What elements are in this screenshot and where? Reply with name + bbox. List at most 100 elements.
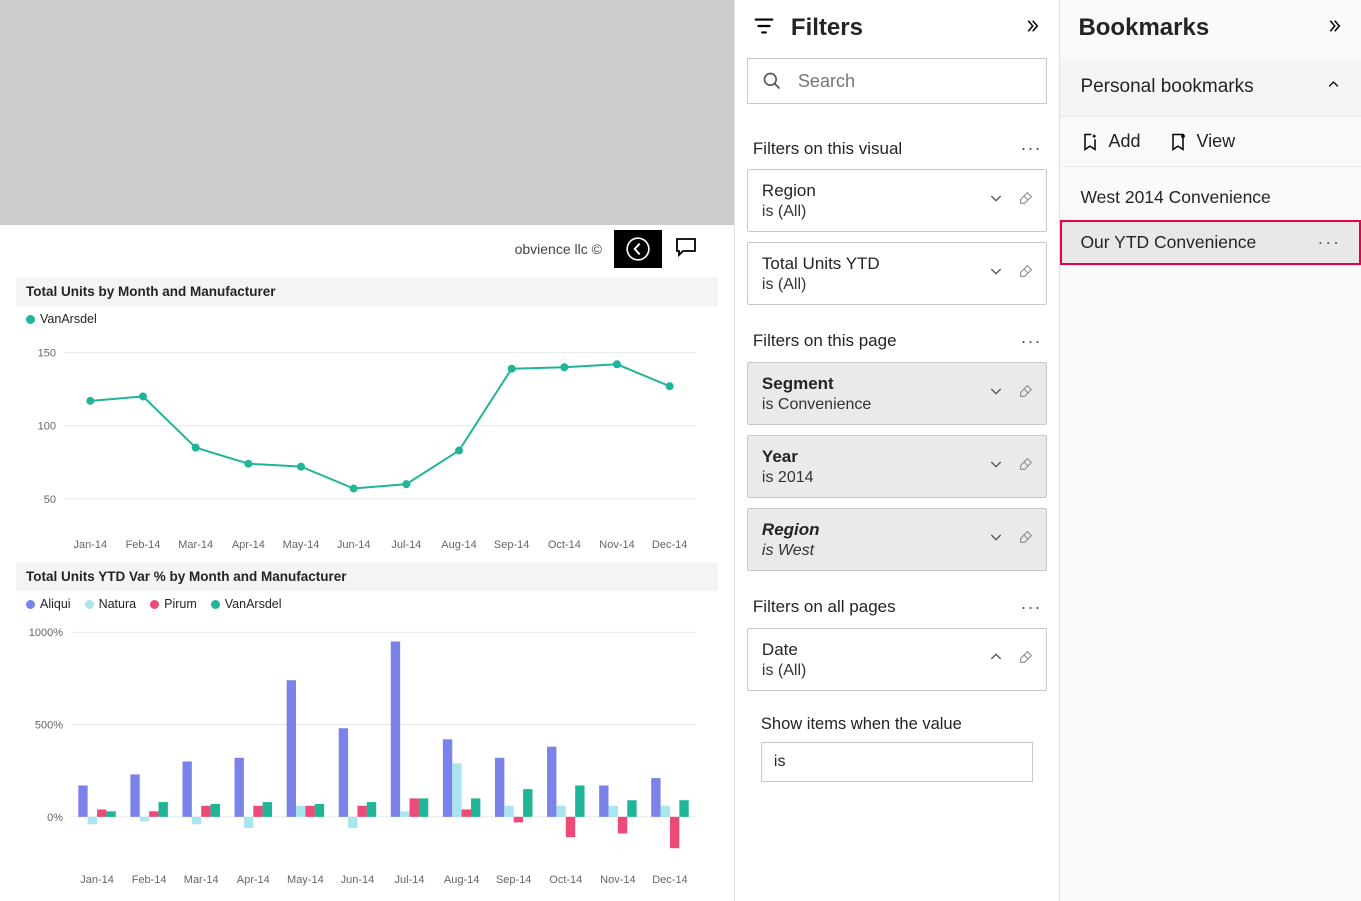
- filter-card-all-0[interactable]: Date is (All): [747, 628, 1048, 691]
- clear-filter-icon[interactable]: [1018, 263, 1034, 284]
- legend-item[interactable]: Aliqui: [26, 597, 71, 611]
- collapse-bookmarks-button[interactable]: [1325, 17, 1343, 40]
- bookmark-actions: Add View: [1060, 117, 1361, 167]
- bookmarks-pane: Bookmarks Personal bookmarks Add View We…: [1059, 0, 1361, 901]
- svg-text:May-14: May-14: [287, 874, 324, 886]
- legend-item[interactable]: Natura: [85, 597, 137, 611]
- legend-swatch: [211, 600, 220, 609]
- bookmarks-header: Bookmarks: [1060, 0, 1361, 58]
- legend-label: VanArsdel: [40, 312, 97, 326]
- search-input[interactable]: [796, 70, 1033, 93]
- section-more-button[interactable]: ···: [1020, 331, 1041, 352]
- chevron-down-icon[interactable]: [988, 263, 1004, 284]
- add-bookmark-button[interactable]: Add: [1080, 131, 1140, 152]
- comment-icon: [674, 235, 698, 259]
- legend-swatch: [85, 600, 94, 609]
- filter-card-page-1[interactable]: Year is 2014: [747, 435, 1048, 498]
- filter-name: Region: [762, 180, 989, 203]
- legend-item[interactable]: Pirum: [150, 597, 197, 611]
- chart-title: Total Units YTD Var % by Month and Manuf…: [16, 562, 718, 591]
- legend-item[interactable]: VanArsdel: [26, 312, 97, 326]
- section-more-button[interactable]: ···: [1020, 138, 1041, 159]
- show-items-label: Show items when the value: [761, 715, 1034, 734]
- filter-section-title: Filters on all pages: [753, 597, 896, 617]
- collapse-filters-button[interactable]: [1023, 17, 1041, 40]
- personal-bookmarks-label: Personal bookmarks: [1080, 76, 1253, 98]
- legend-swatch: [26, 315, 35, 324]
- operator-select[interactable]: is: [761, 742, 1034, 782]
- filter-section-head-page: Filters on this page ···: [747, 315, 1048, 362]
- svg-text:Mar-14: Mar-14: [184, 874, 219, 886]
- filter-name: Year: [762, 446, 989, 469]
- view-bookmarks-button[interactable]: View: [1168, 131, 1235, 152]
- chevron-down-icon[interactable]: [988, 529, 1004, 550]
- filter-value: is (All): [762, 276, 989, 294]
- operator-value: is: [774, 753, 786, 771]
- filter-value: is West: [762, 542, 989, 560]
- report-toolbar: obvience llc ©: [8, 225, 726, 273]
- svg-text:Jan-14: Jan-14: [80, 874, 114, 886]
- bookmark-label: West 2014 Convenience: [1080, 187, 1270, 208]
- svg-text:Dec-14: Dec-14: [652, 874, 687, 886]
- clear-filter-icon[interactable]: [1018, 190, 1034, 211]
- svg-text:Sep-14: Sep-14: [496, 874, 531, 886]
- bookmarks-list: West 2014 Convenience Our YTD Convenience…: [1060, 167, 1361, 273]
- bookmark-view-icon: [1168, 132, 1188, 152]
- bookmark-label: Our YTD Convenience: [1080, 232, 1256, 253]
- filter-name: Region: [762, 519, 989, 542]
- clear-filter-icon[interactable]: [1018, 456, 1034, 477]
- svg-text:Aug-14: Aug-14: [441, 539, 476, 551]
- bookmarks-title: Bookmarks: [1078, 14, 1309, 42]
- filter-card-page-2[interactable]: Region is West: [747, 508, 1048, 571]
- filter-value: is 2014: [762, 469, 989, 487]
- report-canvas: obvience llc © Total Units by Month and …: [0, 0, 734, 901]
- chevron-up-icon[interactable]: [988, 649, 1004, 670]
- filter-expanded-body: Show items when the value is: [747, 701, 1048, 782]
- bookmark-more-button[interactable]: ···: [1318, 232, 1341, 253]
- filter-section-head-all: Filters on all pages ···: [747, 581, 1048, 628]
- bookmark-item[interactable]: Our YTD Convenience ···: [1060, 220, 1361, 265]
- copyright-text: obvience llc ©: [515, 241, 602, 257]
- back-circle-icon: [625, 236, 651, 262]
- filters-title: Filters: [791, 14, 1008, 42]
- svg-text:Dec-14: Dec-14: [652, 539, 687, 551]
- report-background-top: [0, 0, 734, 225]
- chevron-down-icon[interactable]: [988, 190, 1004, 211]
- svg-text:Mar-14: Mar-14: [178, 539, 213, 551]
- legend-label: Aliqui: [40, 597, 71, 611]
- search-icon: [762, 71, 782, 91]
- legend-label: Pirum: [164, 597, 197, 611]
- personal-bookmarks-header[interactable]: Personal bookmarks: [1060, 58, 1361, 117]
- filter-card-visual-1[interactable]: Total Units YTD is (All): [747, 242, 1048, 305]
- svg-text:Aug-14: Aug-14: [444, 874, 479, 886]
- chevron-down-icon[interactable]: [988, 456, 1004, 477]
- svg-text:Oct-14: Oct-14: [549, 874, 582, 886]
- comment-button[interactable]: [674, 235, 698, 264]
- filter-search-box[interactable]: [747, 58, 1048, 104]
- bookmark-item[interactable]: West 2014 Convenience: [1060, 175, 1361, 220]
- section-more-button[interactable]: ···: [1020, 597, 1041, 618]
- clear-filter-icon[interactable]: [1018, 383, 1034, 404]
- back-logo-button[interactable]: [614, 230, 662, 268]
- svg-text:Oct-14: Oct-14: [548, 539, 581, 551]
- clear-filter-icon[interactable]: [1018, 649, 1034, 670]
- chart-legend: VanArsdel: [16, 306, 718, 328]
- chart-svg: 50100150Jan-14Feb-14Mar-14Apr-14May-14Ju…: [16, 328, 716, 558]
- chart-bar-ytd-var[interactable]: Total Units YTD Var % by Month and Manuf…: [16, 562, 718, 893]
- filter-card-visual-0[interactable]: Region is (All): [747, 169, 1048, 232]
- chart-line-total-units[interactable]: Total Units by Month and Manufacturer Va…: [16, 277, 718, 558]
- legend-swatch: [26, 600, 35, 609]
- filter-name: Segment: [762, 373, 989, 396]
- filters-header: Filters: [735, 0, 1060, 58]
- svg-text:Feb-14: Feb-14: [132, 874, 167, 886]
- add-label: Add: [1108, 131, 1140, 152]
- clear-filter-icon[interactable]: [1018, 529, 1034, 550]
- svg-text:Jan-14: Jan-14: [74, 539, 108, 551]
- filter-card-page-0[interactable]: Segment is Convenience: [747, 362, 1048, 425]
- legend-item[interactable]: VanArsdel: [211, 597, 282, 611]
- chevron-down-icon[interactable]: [988, 383, 1004, 404]
- filter-icon: [753, 15, 775, 42]
- filter-value: is (All): [762, 662, 989, 680]
- svg-text:Nov-14: Nov-14: [599, 539, 634, 551]
- svg-text:Jun-14: Jun-14: [337, 539, 371, 551]
